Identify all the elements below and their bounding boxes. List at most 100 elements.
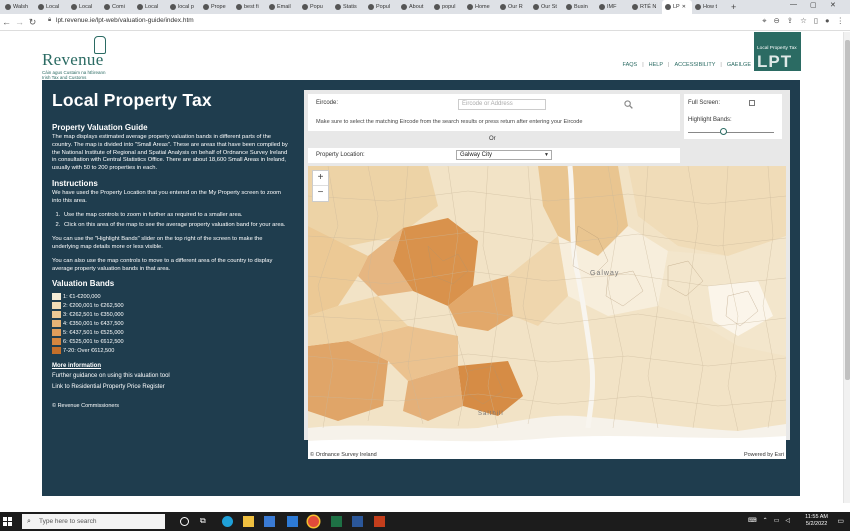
- word-icon[interactable]: [352, 516, 363, 527]
- browser-tab[interactable]: Home: [464, 0, 497, 14]
- tab-label: popul: [442, 4, 456, 10]
- close-tab-icon[interactable]: ✕: [682, 4, 686, 10]
- browser-tab[interactable]: Prope: [200, 0, 233, 14]
- highlight-slider-track[interactable]: [688, 132, 774, 133]
- edge-icon[interactable]: [222, 516, 233, 527]
- fullscreen-checkbox[interactable]: [749, 100, 755, 106]
- chevron-up-icon[interactable]: ⌃: [763, 517, 768, 524]
- lock-icon[interactable]: 🔒︎: [48, 17, 51, 24]
- browser-tab[interactable]: Local: [35, 0, 68, 14]
- browser-tab[interactable]: Our R: [497, 0, 530, 14]
- tab-favicon-icon: [695, 4, 701, 10]
- zoom-out-button[interactable]: −: [313, 186, 328, 201]
- revenue-logo[interactable]: Revenue Cáin agus Custaim na hÉireann Ir…: [42, 36, 106, 80]
- share-icon[interactable]: ⇪: [787, 16, 793, 26]
- back-icon[interactable]: ←: [0, 17, 13, 27]
- search-icon[interactable]: [624, 100, 633, 109]
- instructions-heading: Instructions: [52, 178, 98, 188]
- browser-tab[interactable]: Email: [266, 0, 299, 14]
- browser-tab[interactable]: LP ✕: [662, 0, 692, 14]
- network-icon[interactable]: ▭: [774, 517, 780, 524]
- bookmark-star-icon[interactable]: ☆: [800, 16, 807, 26]
- highlight-slider-handle[interactable]: [720, 128, 727, 135]
- legend-label: 2: €200,001 to €262,500: [63, 302, 124, 309]
- lpt-badge-big: LPT: [757, 52, 793, 71]
- browser-tab[interactable]: Walsh: [2, 0, 35, 14]
- browser-tab[interactable]: best fi: [233, 0, 266, 14]
- minimize-icon[interactable]: —: [790, 1, 797, 8]
- location-icon[interactable]: ⌖: [762, 16, 766, 26]
- browser-tab[interactable]: local p: [167, 0, 200, 14]
- taskbar-search-placeholder: Type here to search: [39, 518, 97, 525]
- page-scrollbar[interactable]: [843, 32, 850, 503]
- browser-tab[interactable]: Popu: [299, 0, 332, 14]
- more-information-link[interactable]: More information: [52, 363, 288, 369]
- browser-tab[interactable]: Our St: [530, 0, 563, 14]
- bands-heading: Valuation Bands: [52, 279, 115, 289]
- browser-tab[interactable]: popul: [431, 0, 464, 14]
- map-canvas[interactable]: [308, 166, 786, 459]
- browser-tab[interactable]: IMF: [596, 0, 629, 14]
- sidebar-icon[interactable]: ▯: [814, 16, 818, 26]
- volume-icon[interactable]: ◁: [785, 517, 790, 524]
- maximize-icon[interactable]: ▢: [810, 1, 817, 9]
- close-window-icon[interactable]: ✕: [830, 1, 836, 9]
- taskbar-clock[interactable]: 11:55 AM 5/2/2022: [805, 514, 828, 528]
- gaeilge-link[interactable]: GAEILGE: [727, 62, 751, 68]
- browser-tab[interactable]: RTÉ N: [629, 0, 662, 14]
- faqs-link[interactable]: FAQS: [623, 62, 638, 68]
- tab-label: Comi: [112, 4, 125, 10]
- browser-tab[interactable]: Busin: [563, 0, 596, 14]
- zoom-icon[interactable]: ⊖: [774, 16, 780, 26]
- windows-start-icon[interactable]: [0, 512, 14, 531]
- further-guidance-link[interactable]: Further guidance on using this valuation…: [52, 373, 288, 379]
- legend-item: 2: €200,001 to €262,500: [52, 301, 288, 310]
- powerpoint-icon[interactable]: [374, 516, 385, 527]
- page-title: Local Property Tax: [52, 90, 212, 110]
- tab-favicon-icon: [137, 4, 143, 10]
- taskbar-search-input[interactable]: ⌕ Type here to search: [22, 514, 165, 529]
- browser-tab[interactable]: Local: [68, 0, 101, 14]
- tab-favicon-icon: [236, 4, 242, 10]
- price-register-link[interactable]: Link to Residential Property Price Regis…: [52, 384, 288, 390]
- chrome-icon[interactable]: [308, 516, 319, 527]
- location-select[interactable]: Galway City ▼: [456, 150, 552, 160]
- legend-item: 3: €262,501 to €350,000: [52, 310, 288, 319]
- tab-label: Our St: [541, 4, 557, 10]
- cortana-icon[interactable]: [180, 517, 189, 526]
- profile-icon[interactable]: ●: [825, 16, 830, 26]
- menu-icon[interactable]: ⋮: [837, 16, 845, 26]
- browser-tab[interactable]: Statis: [332, 0, 365, 14]
- task-view-icon[interactable]: ⧉: [200, 516, 211, 527]
- address-bar[interactable]: lpt.revenue.ie/lpt-web/valuation-guide/i…: [56, 17, 194, 24]
- zoom-in-button[interactable]: +: [313, 171, 328, 186]
- windows-taskbar: ⌕ Type here to search ⧉ ⌨ ⌃ ▭ ◁ 11:55 AM…: [0, 512, 850, 531]
- browser-tab[interactable]: Popul: [365, 0, 398, 14]
- browser-tab[interactable]: Comi: [101, 0, 134, 14]
- eircode-input[interactable]: Eircode or Address: [458, 99, 546, 110]
- keyboard-icon[interactable]: ⌨: [748, 517, 757, 524]
- new-tab-icon[interactable]: +: [731, 2, 736, 12]
- legend-swatch: [52, 293, 61, 301]
- forward-icon[interactable]: →: [13, 17, 26, 27]
- mail-icon[interactable]: [287, 516, 298, 527]
- notifications-icon[interactable]: ▭: [837, 517, 844, 525]
- tab-favicon-icon: [71, 4, 77, 10]
- help-link[interactable]: HELP: [649, 62, 663, 68]
- browser-tab[interactable]: Local: [134, 0, 167, 14]
- accessibility-link[interactable]: ACCESSIBILITY: [674, 62, 715, 68]
- tab-favicon-icon: [632, 4, 638, 10]
- esri-attribution[interactable]: Powered by Esri: [741, 451, 786, 459]
- tab-label: Prope: [211, 4, 226, 10]
- valuation-map[interactable]: Galway Salthill + − © Ordnance Survey Ir…: [308, 166, 786, 459]
- file-explorer-icon[interactable]: [243, 516, 254, 527]
- browser-tab[interactable]: How t: [692, 0, 725, 14]
- store-icon[interactable]: [264, 516, 275, 527]
- salthill-map-label: Salthill: [478, 411, 504, 417]
- instructions-steps: Use the map controls to zoom in further …: [52, 212, 288, 231]
- scrollbar-thumb[interactable]: [845, 40, 850, 380]
- browser-tab[interactable]: About: [398, 0, 431, 14]
- tab-favicon-icon: [533, 4, 539, 10]
- excel-icon[interactable]: [331, 516, 342, 527]
- reload-icon[interactable]: ↻: [26, 17, 39, 28]
